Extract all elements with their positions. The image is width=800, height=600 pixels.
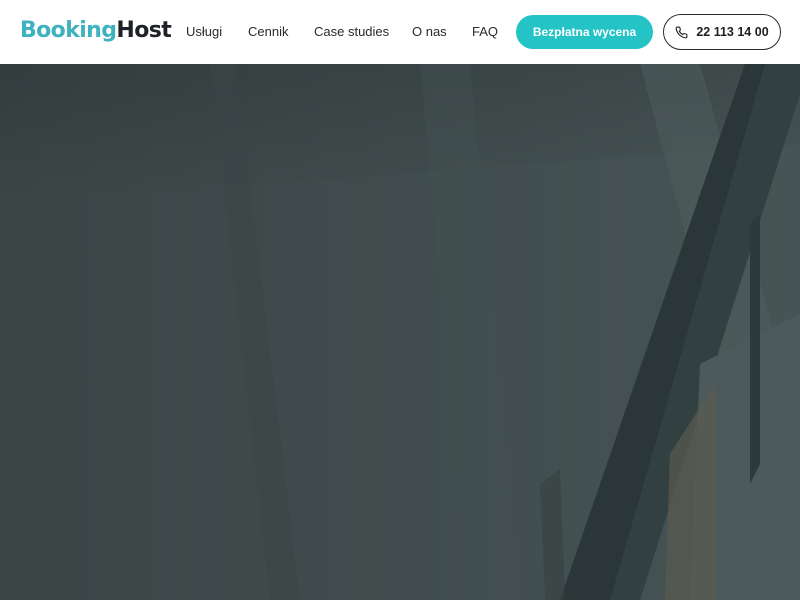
bookinghost-logo[interactable]: BookingHost	[20, 17, 172, 45]
nav-link-uslugi[interactable]: Usługi	[186, 25, 222, 39]
nav-link-case-studies[interactable]: Case studies	[314, 25, 389, 39]
free-quote-button[interactable]: Bezpłatna wycena	[516, 15, 653, 49]
phone-icon	[675, 26, 688, 39]
logo-text-booking: Booking	[20, 18, 117, 43]
nav-link-o-nas[interactable]: O nas	[412, 25, 447, 39]
nav-link-cennik[interactable]: Cennik	[248, 25, 288, 39]
site-header: BookingHost Usługi Cennik Case studies O…	[0, 0, 800, 64]
nav-link-faq[interactable]: FAQ	[472, 25, 498, 39]
hero-banner	[0, 64, 800, 600]
phone-button[interactable]: 22 113 14 00	[663, 14, 781, 50]
hero-background-image	[0, 64, 800, 600]
phone-number: 22 113 14 00	[696, 25, 769, 39]
logo-text-host: Host	[116, 18, 172, 43]
